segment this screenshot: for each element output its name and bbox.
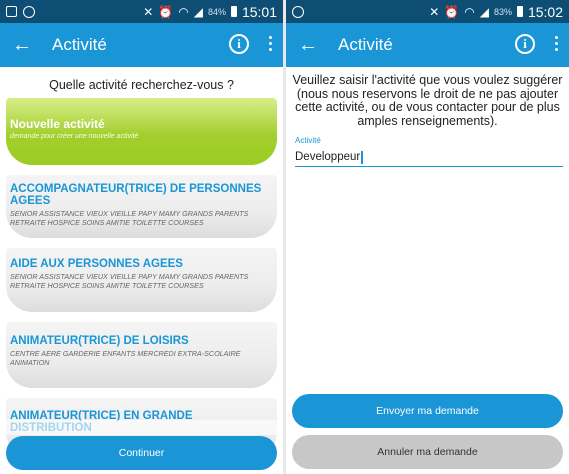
status-bar: ✕ ⏰ ◠ ◢ 83% 15:02 (286, 0, 569, 23)
activity-card[interactable]: AIDE AUX PERSONNES AGEES SENIOR ASSISTAN… (6, 248, 277, 312)
back-arrow-icon[interactable]: ← (286, 23, 330, 67)
activity-input[interactable]: Developpeur (295, 148, 563, 167)
clock: 15:02 (527, 3, 563, 20)
info-icon[interactable]: i (229, 34, 249, 54)
scroll-fade (0, 420, 283, 435)
battery-percent: 84% (207, 6, 226, 17)
text-caret (361, 150, 363, 164)
page-title: Activité (338, 35, 393, 54)
alarm-icon: ⏰ (158, 4, 174, 19)
card-title: ANIMATEUR(TRICE) DE LOISIRS (10, 335, 189, 347)
overflow-menu-icon[interactable] (555, 36, 559, 51)
activity-field-label: Activité (295, 136, 321, 145)
cancel-request-button[interactable]: Annuler ma demande (292, 435, 563, 469)
overflow-menu-icon[interactable] (269, 36, 273, 51)
card-title: Nouvelle activité (10, 117, 105, 131)
new-activity-card[interactable]: Nouvelle activité demande pour créer une… (6, 98, 277, 165)
battery-percent: 83% (493, 6, 512, 17)
signal-icon: ◢ (479, 4, 489, 19)
question-label: Quelle activité recherchez-vous ? (49, 78, 234, 92)
battery-icon (516, 6, 523, 17)
signal-icon: ◢ (193, 4, 203, 19)
battery-icon (230, 6, 237, 17)
info-icon[interactable]: i (515, 34, 535, 54)
activity-card[interactable]: ANIMATEUR(TRICE) DE LOISIRS CENTRE AERE … (6, 322, 277, 388)
card-subtitle: demande pour créer une nouvelle activité (10, 133, 139, 140)
status-bar: ✕ ⏰ ◠ ◢ 84% 15:01 (0, 0, 283, 23)
card-title: AIDE AUX PERSONNES AGEES (10, 258, 183, 270)
card-subtitle: CENTRE AERE GARDERIE ENFANTS MERCREDI EX… (10, 349, 241, 367)
activity-input-value: Developpeur (295, 151, 361, 163)
page-title: Activité (52, 35, 107, 54)
card-title: ACCOMPAGNATEUR(TRICE) DE PERSONNES AGEES (10, 183, 262, 207)
card-subtitle: SENIOR ASSISTANCE VIEUX VIEILLE PAPY MAM… (10, 209, 249, 227)
activity-list-screen: ✕ ⏰ ◠ ◢ 84% 15:01 ← Activité i Quelle ac… (0, 0, 283, 474)
gallery-notification-icon (6, 6, 17, 17)
wifi-icon: ◠ (178, 4, 189, 19)
app-bar: ← Activité i (0, 23, 283, 67)
suggest-activity-screen: ✕ ⏰ ◠ ◢ 83% 15:02 ← Activité i Veuillez … (286, 0, 569, 474)
mute-icon: ✕ (429, 4, 440, 19)
app-notification-icon (292, 5, 304, 18)
card-subtitle: SENIOR ASSISTANCE VIEUX VIEILLE PAPY MAM… (10, 272, 249, 290)
intro-text: Veuillez saisir l'activité que vous voul… (292, 73, 563, 128)
wifi-icon: ◠ (464, 4, 475, 19)
continue-button[interactable]: Continuer (6, 436, 277, 470)
activity-card[interactable]: ACCOMPAGNATEUR(TRICE) DE PERSONNES AGEES… (6, 175, 277, 238)
mute-icon: ✕ (143, 4, 154, 19)
alarm-icon: ⏰ (444, 4, 460, 19)
clock: 15:01 (241, 3, 277, 20)
back-arrow-icon[interactable]: ← (0, 23, 44, 67)
send-request-button[interactable]: Envoyer ma demande (292, 394, 563, 428)
app-notification-icon (23, 5, 35, 18)
app-bar: ← Activité i (286, 23, 569, 67)
